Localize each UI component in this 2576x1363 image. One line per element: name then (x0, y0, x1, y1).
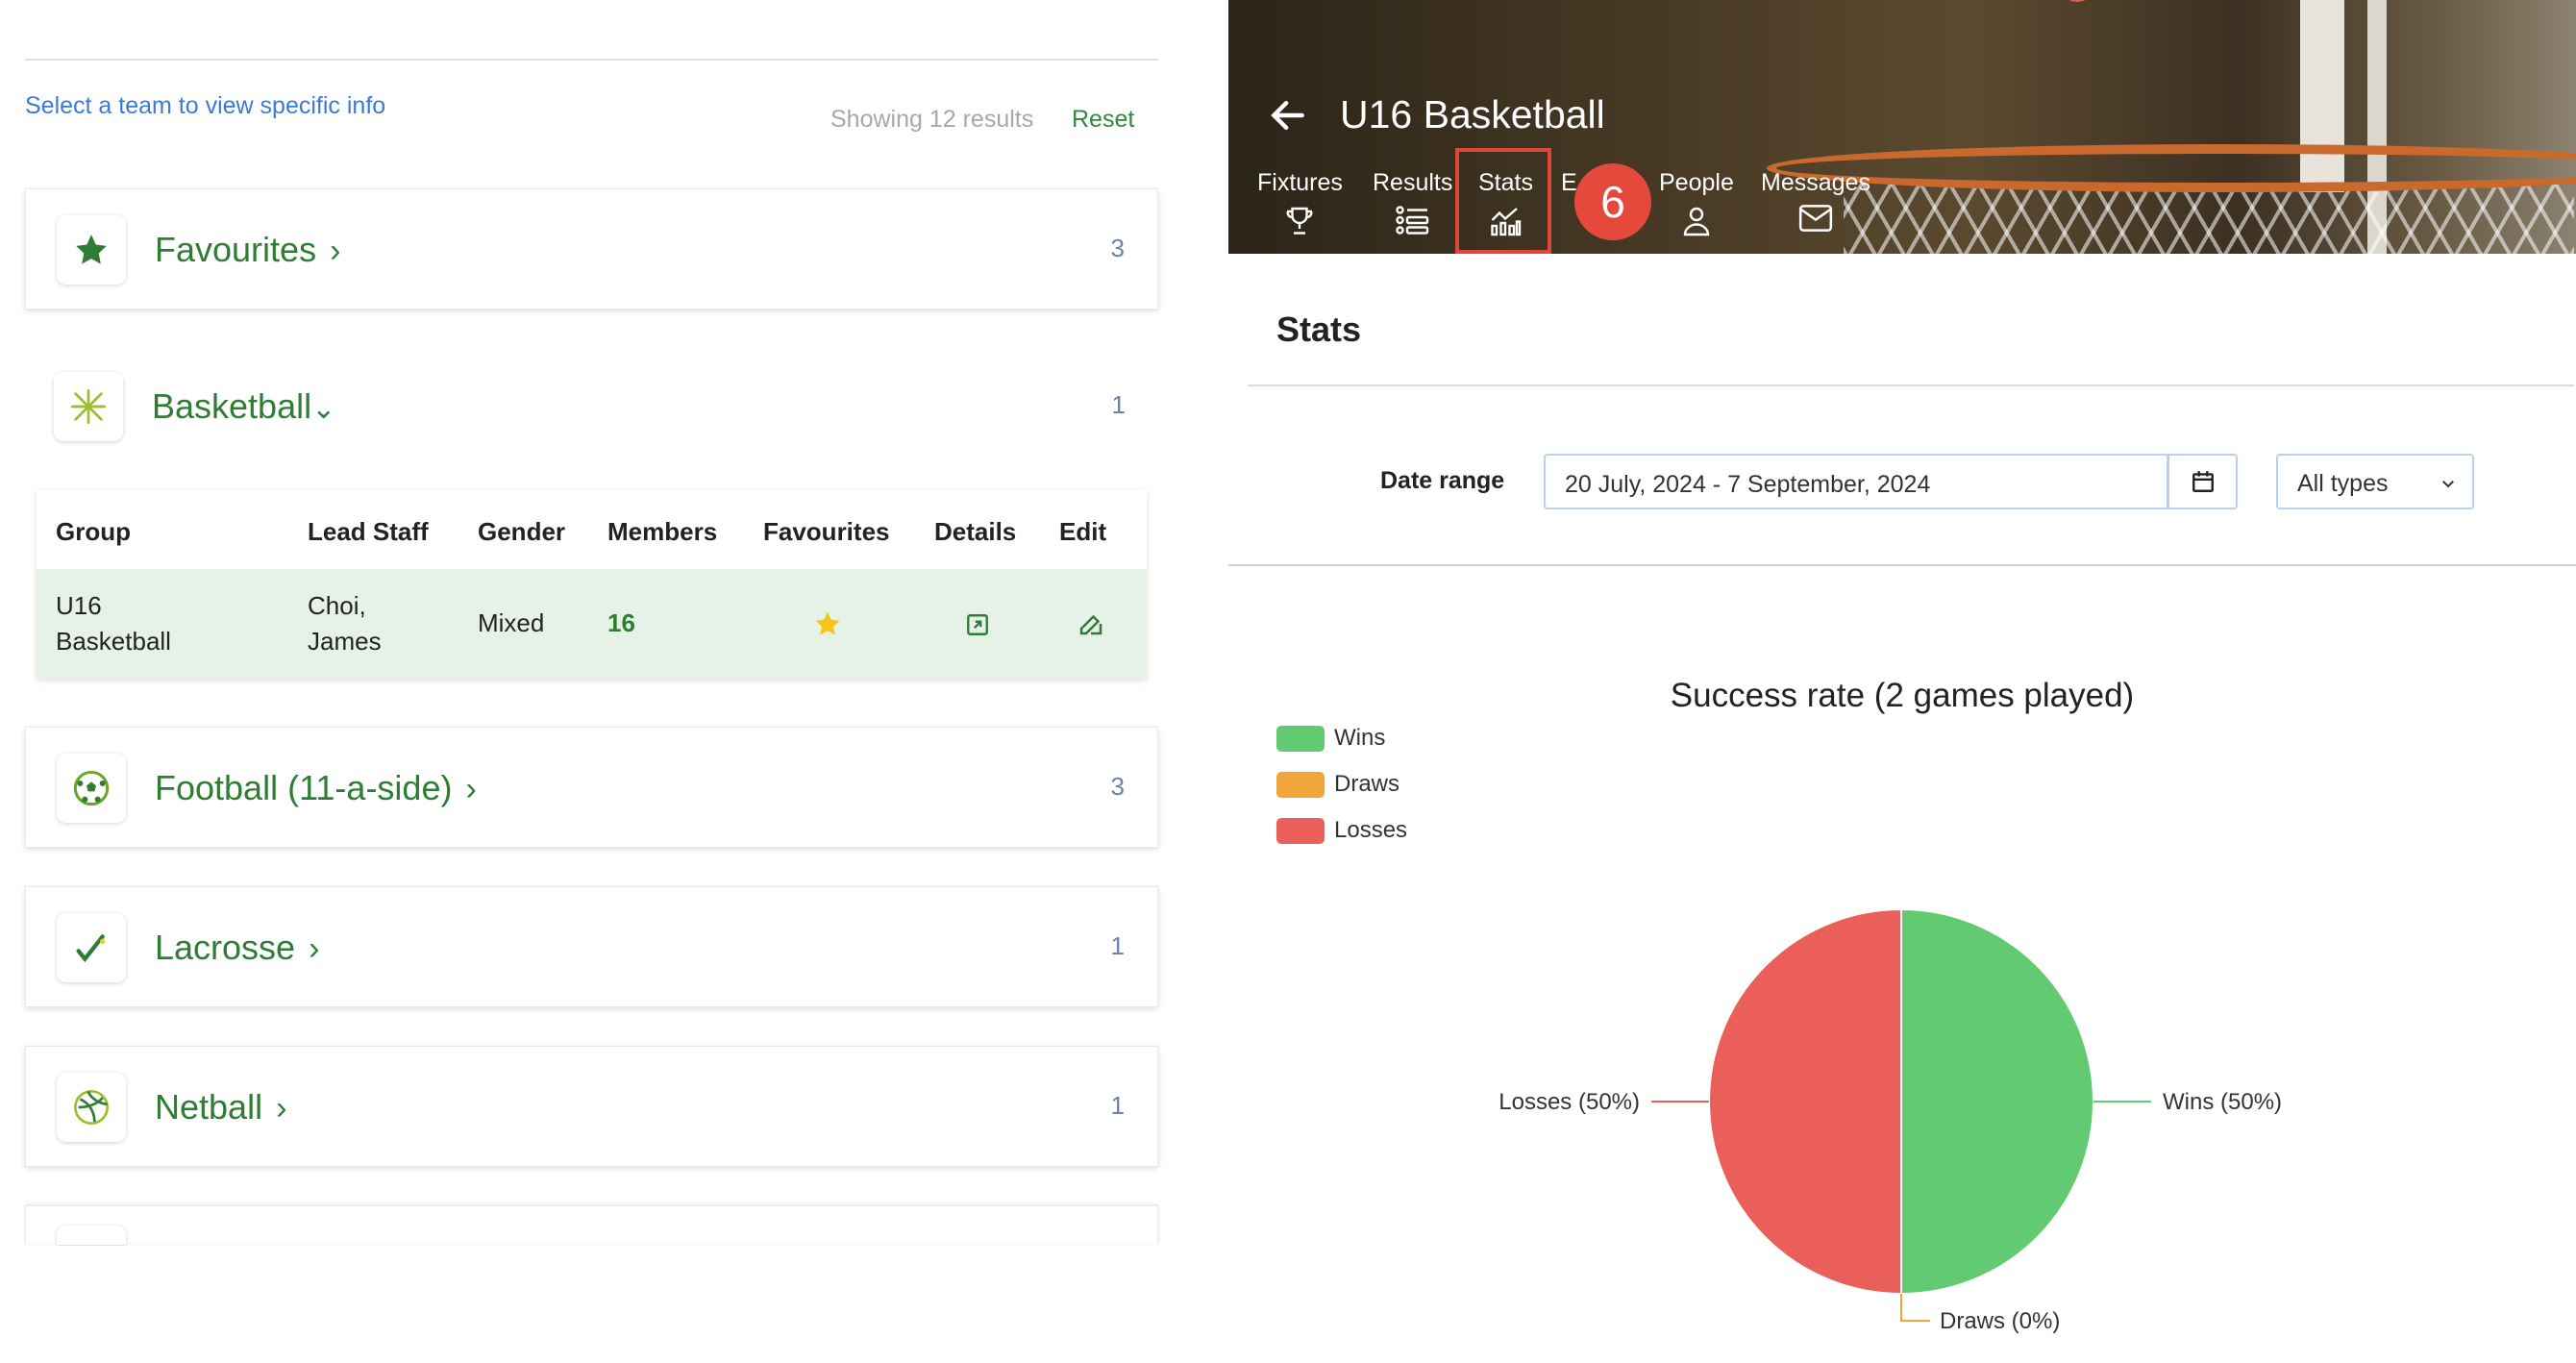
slice-label-losses: Losses (50%) (1499, 1089, 1640, 1115)
legend-item-losses[interactable]: Losses (1276, 817, 1407, 845)
tab-messages[interactable]: Messages (1761, 169, 1870, 234)
cell-members[interactable]: 16 (607, 606, 635, 641)
group-card-lacrosse[interactable]: Lacrosse › 1 (25, 886, 1158, 1007)
cell-gender: Mixed (478, 608, 545, 637)
pie-slice-losses[interactable] (1708, 907, 1902, 1296)
col-header-members[interactable]: Members (607, 517, 717, 547)
pie-slice-wins[interactable] (1900, 907, 2094, 1296)
col-header-edit[interactable]: Edit (1059, 517, 1106, 547)
groups-panel: Select a team to view specific info Show… (0, 0, 1228, 1363)
chevron-down-icon (2442, 481, 2454, 488)
groups-table: Group Lead Staff Gender Members Favourit… (37, 490, 1147, 679)
date-range-input[interactable]: 20 July, 2024 - 7 September, 2024 (1544, 454, 2168, 509)
group-card-football[interactable]: Football (11-a-side) › 3 (25, 727, 1158, 848)
section-title: Stats (1276, 310, 1362, 349)
col-header-favourites[interactable]: Favourites (763, 517, 890, 547)
football-icon (57, 754, 126, 823)
group-name: Favourites (155, 230, 317, 269)
group-card-basketball[interactable]: Basketball⌄ 1 (25, 365, 1158, 452)
group-count: 3 (1110, 772, 1125, 801)
group-card-favourites[interactable]: Favourites › 3 (25, 188, 1158, 310)
divider (1248, 384, 2574, 386)
decoration (2063, 0, 2092, 2)
chevron-right-icon: › (330, 233, 341, 269)
chart-title: Success rate (2 games played) (1670, 677, 2135, 714)
group-count: 1 (1110, 1091, 1125, 1120)
chevron-right-icon: › (276, 1090, 287, 1127)
results-list-icon (1395, 206, 1428, 235)
col-header-group[interactable]: Group (56, 517, 131, 547)
sport-icon (57, 1226, 126, 1245)
divider (1228, 564, 2576, 566)
chevron-right-icon: › (465, 771, 477, 807)
group-card-next[interactable] (25, 1205, 1158, 1245)
chevron-down-icon: ⌄ (311, 393, 336, 425)
tab-results[interactable]: Results (1373, 169, 1452, 237)
team-detail-panel: U16 Basketball Fixtures Results Stats E … (1228, 0, 2576, 1363)
col-header-details[interactable]: Details (934, 517, 1016, 547)
step-badge: 6 (1574, 163, 1651, 240)
group-count: 1 (1110, 931, 1125, 960)
leader-line (1900, 1294, 1930, 1322)
calendar-button[interactable] (2168, 454, 2238, 509)
chevron-right-icon: › (309, 930, 320, 967)
group-count: 3 (1110, 234, 1125, 262)
favourite-star-icon[interactable] (813, 609, 842, 648)
select-team-link[interactable]: Select a team to view specific info (25, 92, 385, 120)
lacrosse-icon (57, 913, 126, 982)
edit-icon[interactable] (1077, 609, 1105, 648)
slice-label-wins: Wins (50%) (2163, 1089, 2282, 1115)
panel-bottom (0, 1246, 1228, 1363)
results-count: Showing 12 results (830, 106, 1034, 133)
trophy-icon (1287, 207, 1313, 235)
tab-people[interactable]: People (1659, 169, 1734, 237)
group-name: Lacrosse (155, 928, 296, 967)
cell-lead-staff: Choi, James (308, 591, 382, 656)
slice-label-draws: Draws (0%) (1940, 1308, 2060, 1334)
basketball-icon (54, 372, 123, 441)
group-name: Football (11-a-side) (155, 768, 453, 807)
group-name: Netball (155, 1087, 263, 1127)
details-icon[interactable] (965, 611, 990, 647)
person-icon (1683, 207, 1710, 236)
hero-banner: U16 Basketball Fixtures Results Stats E … (1228, 0, 2576, 254)
pie-chart: Wins (50%) Draws (0%) Losses (50%) (1499, 907, 2282, 1334)
legend-item-draws[interactable]: Draws (1276, 771, 1399, 799)
page-title: U16 Basketball (1340, 92, 1605, 136)
active-tab-highlight (1455, 148, 1551, 254)
date-range-label: Date range (1380, 467, 1505, 494)
back-arrow-icon[interactable] (1267, 94, 1309, 136)
netball-icon (57, 1073, 126, 1142)
col-header-gender[interactable]: Gender (478, 517, 565, 547)
legend-item-wins[interactable]: Wins (1276, 725, 1385, 753)
legend-swatch (1276, 726, 1325, 753)
group-count: 1 (1111, 390, 1126, 419)
legend-swatch (1276, 772, 1325, 799)
calendar-icon (2192, 471, 2214, 492)
envelope-icon (1798, 205, 1833, 232)
legend-swatch (1276, 818, 1325, 845)
reset-button[interactable]: Reset (1072, 106, 1134, 134)
divider (25, 59, 1158, 61)
table-row[interactable]: U16 Basketball Choi, James Mixed 16 (37, 569, 1147, 679)
hoop-net (1844, 183, 2574, 254)
star-icon (57, 215, 126, 285)
cell-group: U16 Basketball (56, 591, 171, 656)
group-name: Basketball (152, 386, 312, 426)
col-header-lead-staff[interactable]: Lead Staff (308, 517, 429, 547)
tab-fixtures[interactable]: Fixtures (1257, 169, 1343, 237)
type-select[interactable]: All types (2276, 454, 2474, 509)
group-card-netball[interactable]: Netball › 1 (25, 1046, 1158, 1167)
